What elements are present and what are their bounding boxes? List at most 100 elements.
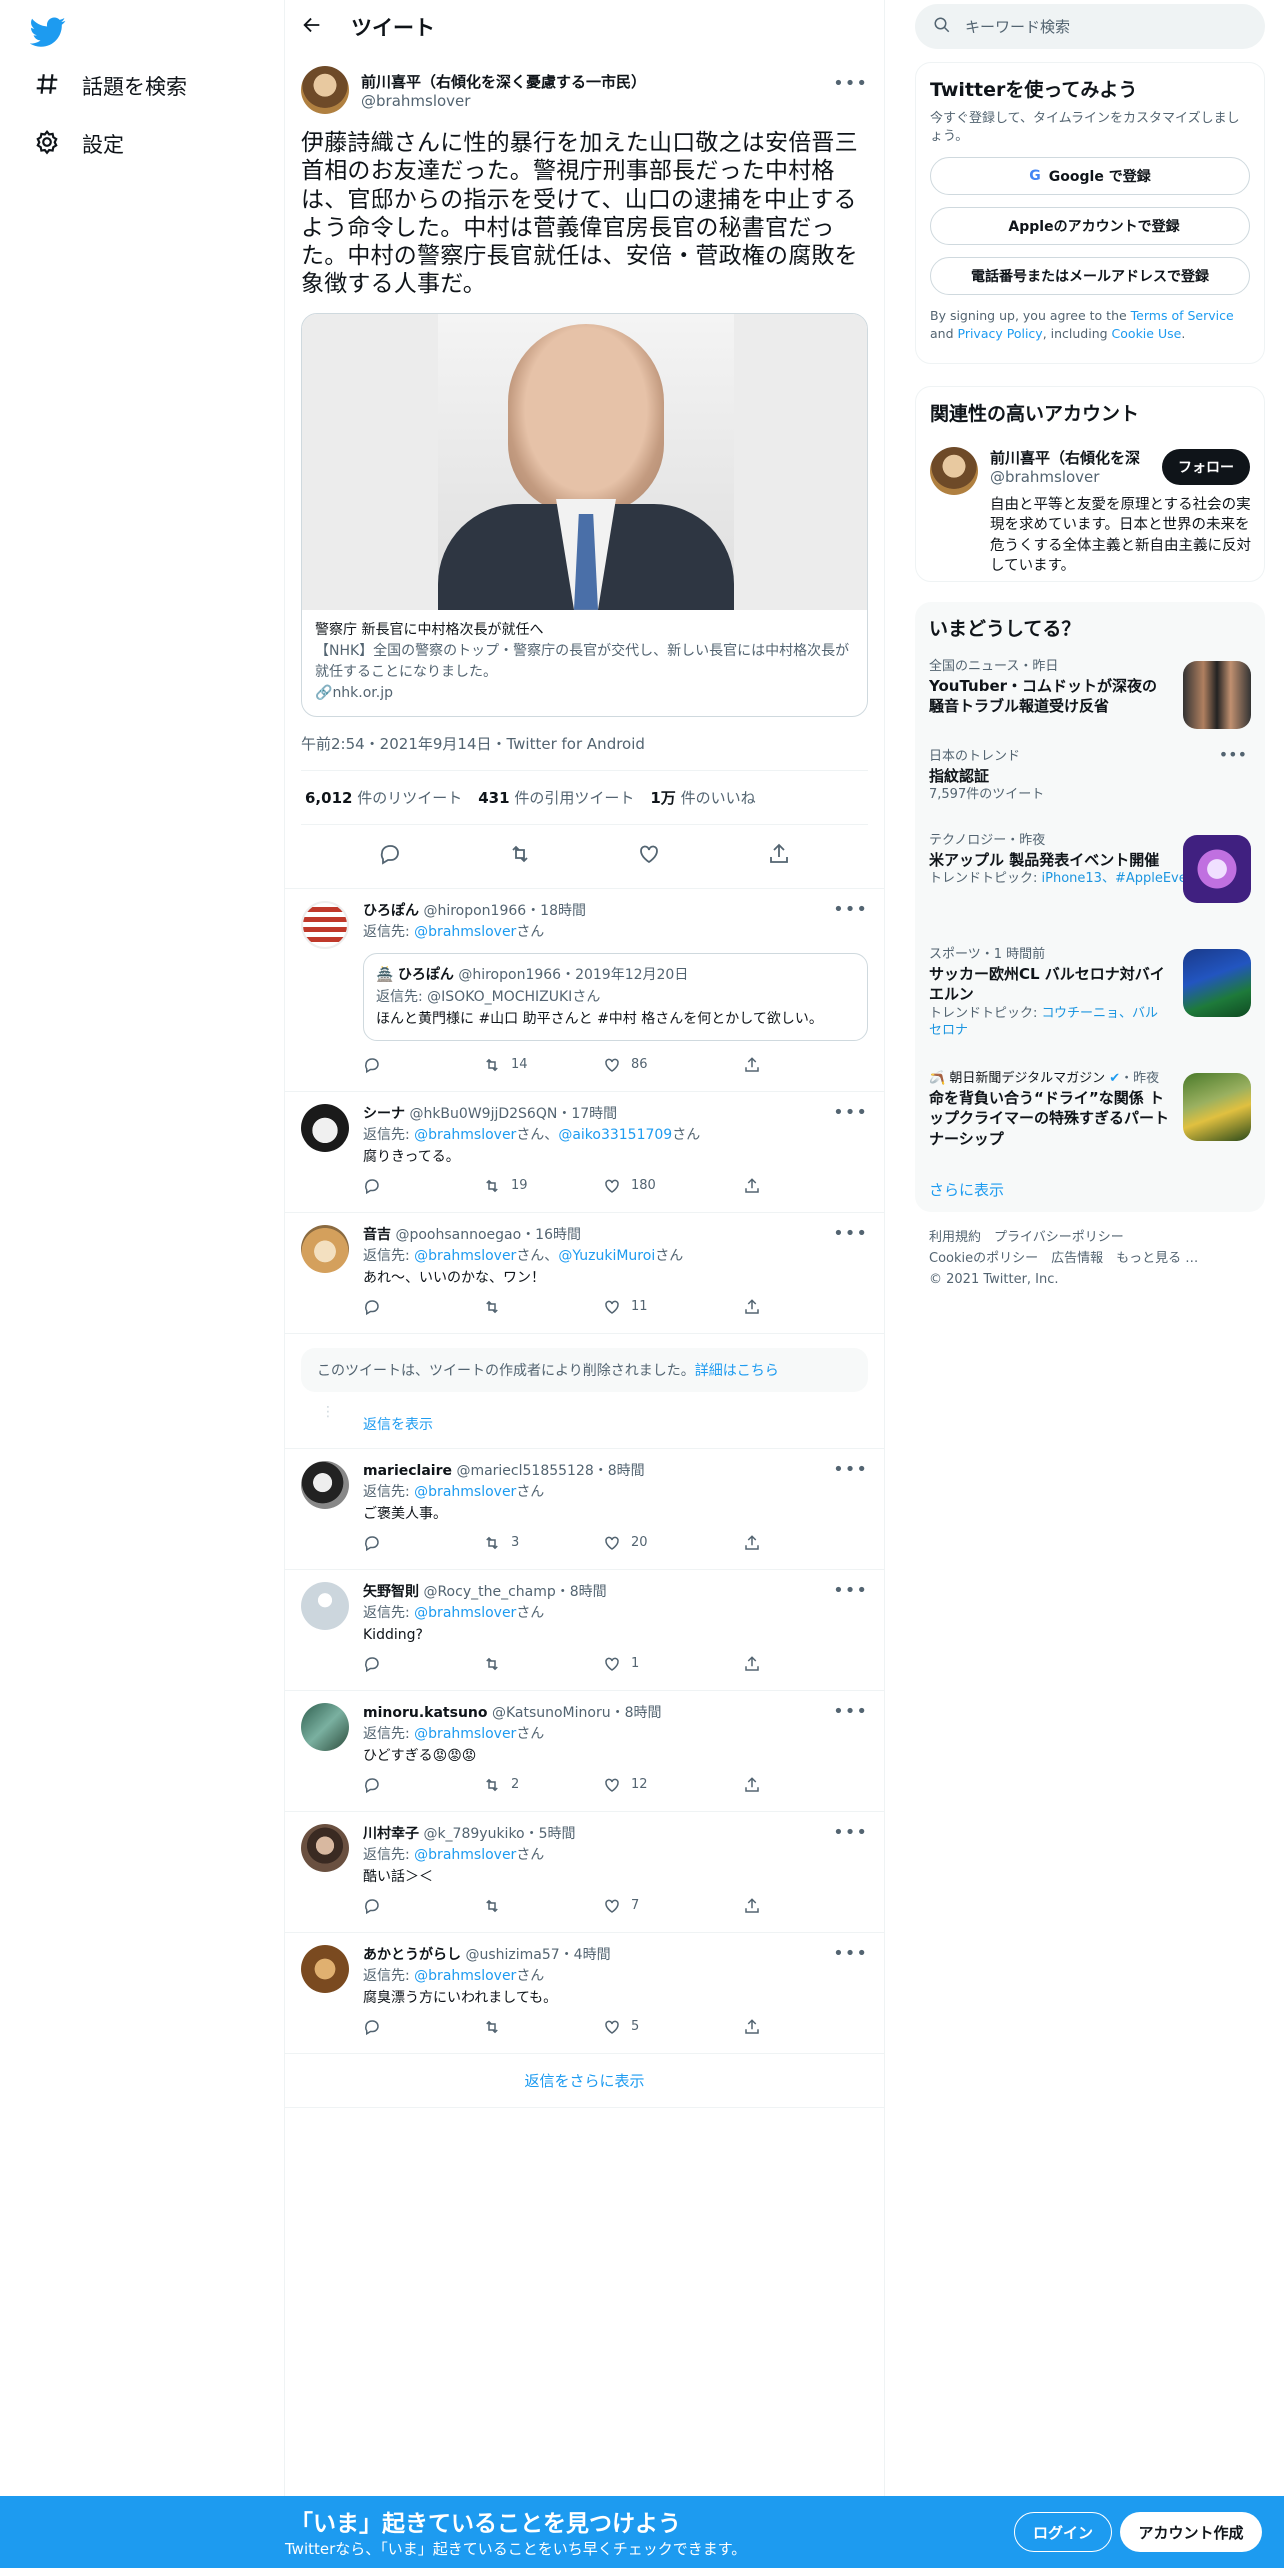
learn-more-link[interactable]: 詳細はこちら [695, 1363, 779, 1379]
mention-link[interactable]: @brahmslover [414, 1127, 516, 1143]
twitter-logo-icon[interactable] [29, 14, 66, 50]
reply-item[interactable]: ••• あかとうがらし @ushizima57・4時間 返信先: @brahms… [285, 1933, 884, 2054]
retweet-icon[interactable] [483, 1655, 603, 1673]
share-icon[interactable] [743, 1298, 761, 1316]
trend-item[interactable]: 🪃 朝日新聞デジタルマガジン ✔・昨夜 命を背負い合う“ドライ”な関係 トップク… [929, 1067, 1251, 1167]
author-handle[interactable]: @brahmslover [361, 92, 646, 110]
reply-item[interactable]: ••• minoru.katsuno @KatsunoMinoru・8時間 返信… [285, 1691, 884, 1812]
more-icon[interactable]: ••• [833, 1580, 868, 1601]
footer-ads-link[interactable]: 広告情報 [1051, 1251, 1103, 1266]
more-icon[interactable]: ••• [833, 1102, 868, 1123]
retweet-icon[interactable]: 3 [483, 1534, 603, 1552]
mention-link[interactable]: @brahmslover [414, 924, 516, 940]
reply-icon[interactable] [363, 1655, 483, 1673]
reply-icon[interactable] [378, 842, 402, 870]
terms-link[interactable]: Terms of Service [1131, 308, 1234, 323]
footer-privacy-link[interactable]: プライバシーポリシー [994, 1230, 1124, 1245]
phone-signup-button[interactable]: 電話番号またはメールアドレスで登録 [930, 257, 1250, 296]
more-icon[interactable]: ••• [833, 1822, 868, 1843]
reply-item[interactable]: ••• 音吉 @poohsannoegao・16時間 返信先: @brahmsl… [285, 1213, 884, 1334]
like-icon[interactable]: 11 [603, 1298, 743, 1316]
reply-item[interactable]: ••• シーナ @hkBu0W9jjD2S6QN・17時間 返信先: @brah… [285, 1092, 884, 1213]
mention-link[interactable]: @brahmslover [414, 1847, 516, 1863]
reply-icon[interactable] [363, 1298, 483, 1316]
avatar[interactable] [301, 1224, 349, 1273]
google-signup-button[interactable]: G Google で登録 [930, 157, 1250, 196]
avatar[interactable] [301, 1460, 349, 1509]
trend-item[interactable]: 全国のニュース・昨日 YouTuber・コムドットが深夜の騒音トラブル報道受け反… [929, 655, 1251, 745]
cookie-link[interactable]: Cookie Use [1112, 326, 1182, 341]
privacy-link[interactable]: Privacy Policy [958, 326, 1043, 341]
more-icon[interactable]: ••• [833, 1943, 868, 1964]
like-icon[interactable]: 7 [603, 1897, 743, 1915]
like-icon[interactable]: 12 [603, 1776, 743, 1794]
reply-item[interactable]: ••• 矢野智則 @Rocy_the_champ・8時間 返信先: @brahm… [285, 1570, 884, 1691]
reply-item[interactable]: ••• marieclaire @mariecl51855128・8時間 返信先… [285, 1449, 884, 1570]
author-name[interactable]: 前川喜平（右傾化を深く憂慮する一市民） [361, 71, 646, 92]
back-arrow-icon[interactable] [301, 14, 323, 40]
avatar[interactable] [301, 1581, 349, 1630]
retweet-icon[interactable]: 19 [483, 1177, 603, 1195]
share-icon[interactable] [743, 1056, 761, 1074]
like-count[interactable]: 1万 件のいいね [650, 787, 755, 808]
login-button[interactable]: ログイン [1014, 2512, 1112, 2552]
show-more-trends[interactable]: さらに表示 [929, 1179, 1251, 1200]
share-icon[interactable] [767, 842, 791, 870]
avatar[interactable] [301, 66, 349, 114]
like-icon[interactable]: 86 [603, 1056, 743, 1074]
avatar[interactable] [301, 1702, 349, 1751]
reply-icon[interactable] [363, 1534, 483, 1552]
footer-more-link[interactable]: もっと見る … [1116, 1251, 1198, 1266]
signup-button[interactable]: アカウント作成 [1120, 2512, 1262, 2552]
reply-icon[interactable] [363, 2018, 483, 2036]
like-icon[interactable] [637, 842, 661, 870]
reply-icon[interactable] [363, 1177, 483, 1195]
like-icon[interactable]: 5 [603, 2018, 743, 2036]
show-replies-link[interactable]: 返信を表示 [363, 1417, 433, 1433]
nav-settings[interactable]: 設定 [34, 124, 124, 164]
trend-item[interactable]: テクノロジー・昨夜 米アップル 製品発表イベント開催 トレンドトピック: iPh… [929, 829, 1251, 929]
reply-item[interactable]: ••• 川村幸子 @k_789yukiko・5時間 返信先: @brahmslo… [285, 1812, 884, 1933]
follow-button[interactable]: フォロー [1162, 449, 1250, 485]
avatar[interactable] [930, 447, 978, 495]
share-icon[interactable] [743, 1655, 761, 1673]
footer-terms-link[interactable]: 利用規約 [929, 1230, 981, 1245]
share-icon[interactable] [743, 1534, 761, 1552]
retweet-icon[interactable]: 2 [483, 1776, 603, 1794]
reply-icon[interactable] [363, 1056, 483, 1074]
avatar[interactable] [301, 1944, 349, 1993]
more-icon[interactable]: ••• [1219, 745, 1247, 764]
related-account[interactable]: 前川喜平（右傾化を深 @brahmslover [990, 447, 1140, 486]
retweet-icon[interactable] [508, 842, 532, 870]
mention-link[interactable]: @brahmslover [414, 1248, 516, 1264]
trend-item[interactable]: 日本のトレンド 指紋認証 7,597件のツイート ••• [929, 745, 1251, 815]
like-icon[interactable]: 1 [603, 1655, 743, 1673]
retweet-icon[interactable]: 14 [483, 1056, 603, 1074]
mention-link[interactable]: @brahmslover [414, 1484, 516, 1500]
share-icon[interactable] [743, 1177, 761, 1195]
quoted-tweet[interactable]: 🏯 ひろぽん @hiropon1966・2019年12月20日 返信先: @IS… [363, 952, 868, 1041]
share-icon[interactable] [743, 2018, 761, 2036]
mention-link[interactable]: @brahmslover [414, 1605, 516, 1621]
retweet-icon[interactable] [483, 1298, 603, 1316]
mention-link[interactable]: @YuzukiMuroi [558, 1248, 655, 1264]
more-icon[interactable]: ••• [833, 1459, 868, 1480]
footer-cookie-link[interactable]: Cookieのポリシー [929, 1251, 1038, 1266]
nav-explore[interactable]: 話題を検索 [34, 66, 187, 106]
link-card[interactable]: 警察庁 新長官に中村格次長が就任へ 【NHK】全国の警察のトップ・警察庁の長官が… [301, 312, 868, 717]
avatar[interactable] [301, 900, 349, 949]
trend-item[interactable]: スポーツ・1 時間前 サッカー欧州CL バルセロナ対バイエルン トレンドトピック… [929, 943, 1251, 1053]
like-icon[interactable]: 180 [603, 1177, 743, 1195]
retweet-icon[interactable] [483, 1897, 603, 1915]
avatar[interactable] [301, 1823, 349, 1872]
apple-signup-button[interactable]: Appleのアカウントで登録 [930, 207, 1250, 246]
share-icon[interactable] [743, 1776, 761, 1794]
reply-icon[interactable] [363, 1776, 483, 1794]
show-more-replies[interactable]: 返信をさらに表示 [285, 2054, 884, 2108]
reply-item[interactable]: ••• ひろぽん @hiropon1966・18時間 返信先: @brahmsl… [285, 889, 884, 1092]
quote-count[interactable]: 431 件の引用ツイート [478, 787, 634, 808]
mention-link[interactable]: @brahmslover [414, 1968, 516, 1984]
more-icon[interactable]: ••• [833, 73, 868, 94]
share-icon[interactable] [743, 1897, 761, 1915]
avatar[interactable] [301, 1103, 349, 1152]
